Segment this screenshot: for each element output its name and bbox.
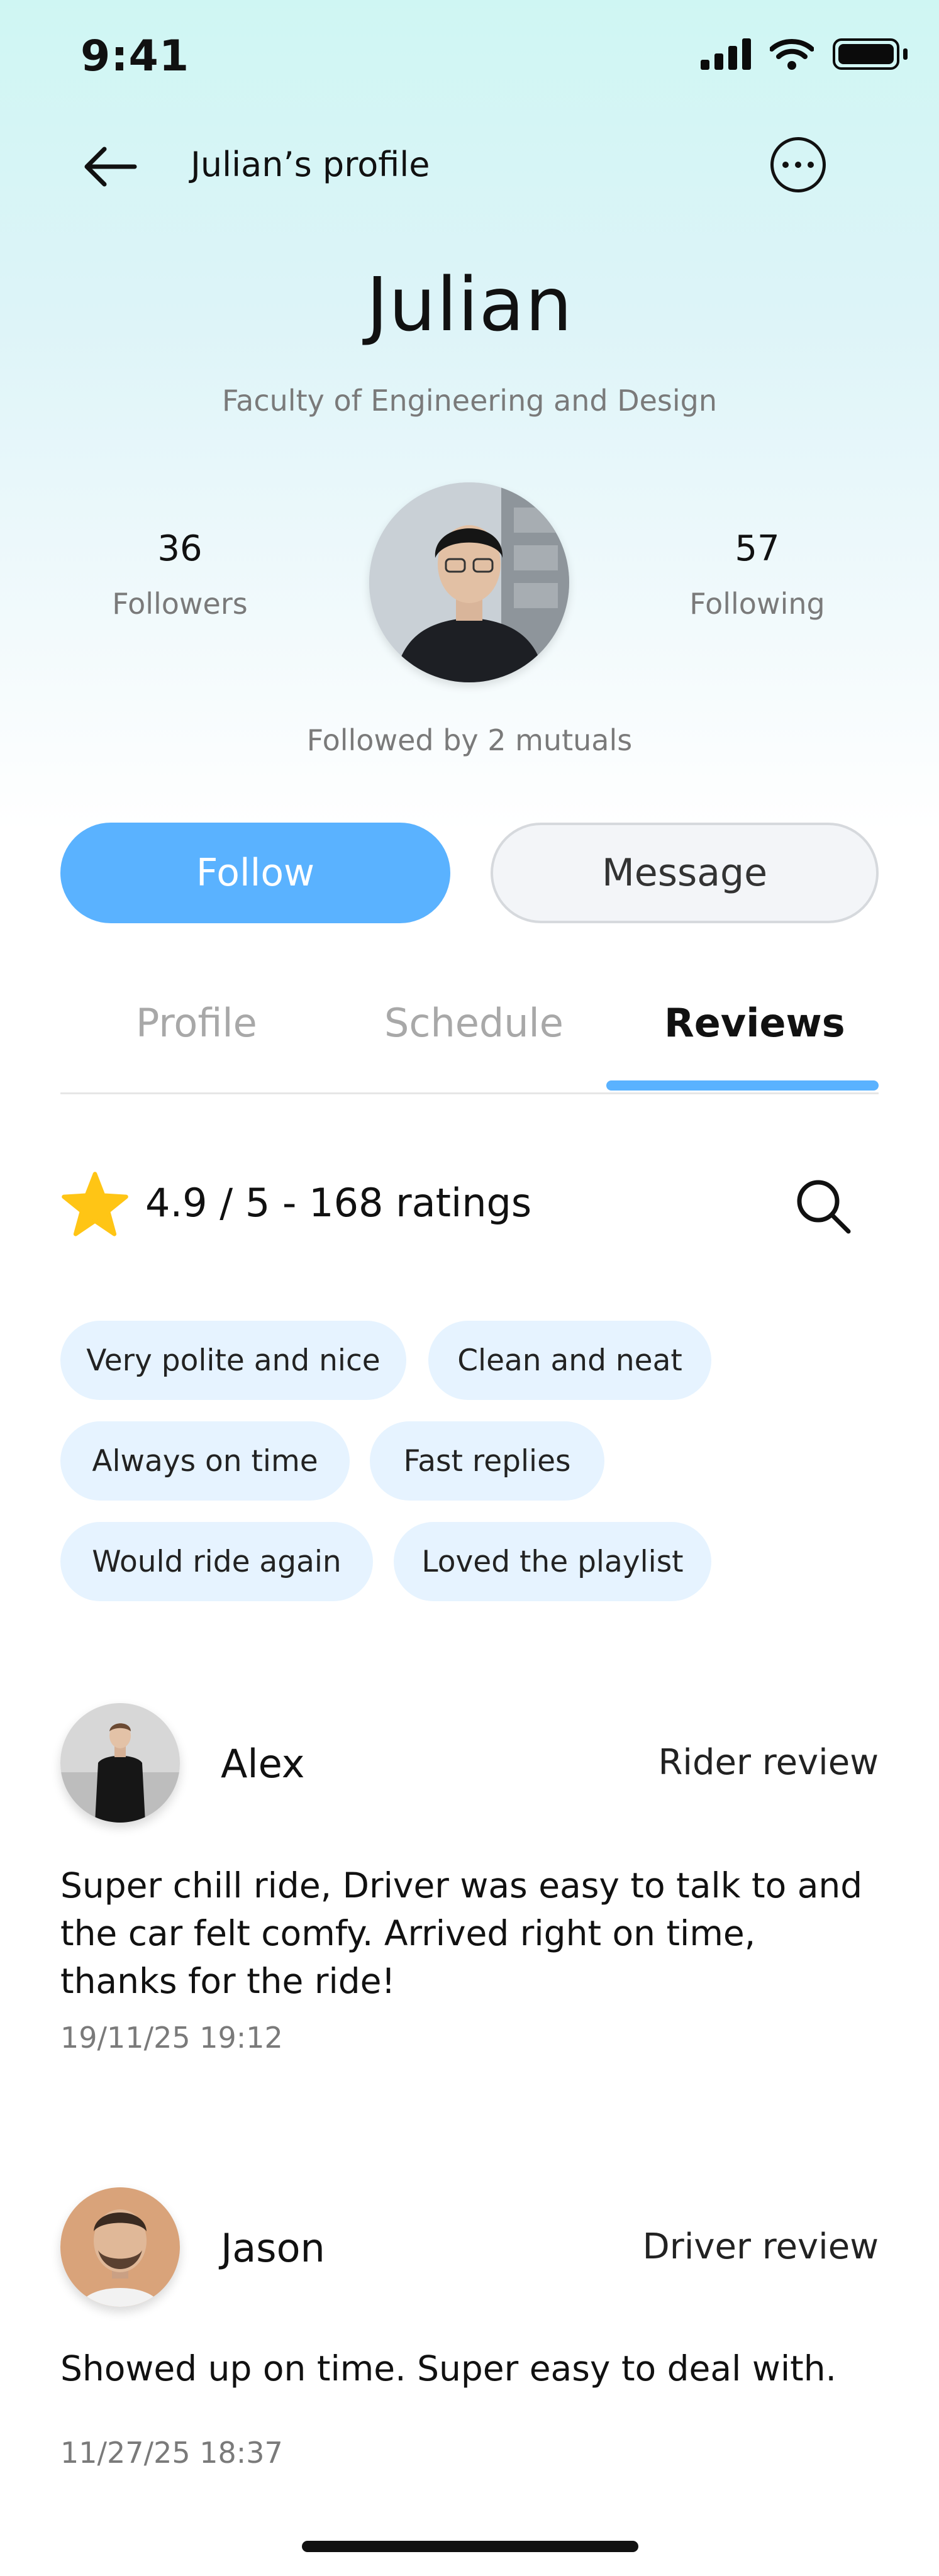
followers-count: 36 [157,528,203,569]
followers-stat[interactable]: 36 Followers [86,528,274,621]
tag-chip[interactable]: Fast replies [370,1421,604,1501]
review-type: Rider review [658,1742,879,1783]
page-title: Julian’s profile [191,145,430,184]
following-count: 57 [735,528,780,569]
review-item: Alex Rider review Super chill ride, Driv… [60,1703,879,2093]
message-button[interactable]: Message [491,823,879,923]
tag-chip[interactable]: Very polite and nice [60,1321,406,1400]
reviewer-avatar[interactable] [60,1703,180,1823]
battery-icon [833,38,908,70]
tag-chip[interactable]: Loved the playlist [394,1522,711,1601]
star-icon [62,1172,128,1236]
followers-label: Followers [112,587,248,621]
reviewer-avatar[interactable] [60,2187,180,2307]
review-type: Driver review [642,2226,879,2267]
review-text: Showed up on time. Super easy to deal wi… [60,2348,837,2389]
tab-reviews[interactable]: Reviews [664,1000,845,1046]
back-arrow-icon [84,147,137,187]
reviewer-name: Jason [221,2225,325,2271]
rating-text: 4.9 / 5 - 168 ratings [145,1180,532,1226]
review-text: Super chill ride, Driver was easy to tal… [60,1865,863,2001]
profile-name: Julian [366,261,573,348]
review-date: 11/27/25 18:37 [60,2436,283,2470]
tag-chip[interactable]: Always on time [60,1421,350,1501]
follow-button[interactable]: Follow [60,823,450,923]
tag-chip[interactable]: Clean and neat [428,1321,711,1400]
profile-avatar [369,482,569,682]
tab-profile[interactable]: Profile [136,1000,257,1046]
tag-chip[interactable]: Would ride again [60,1522,373,1601]
top-nav: Julian’s profile [0,126,939,208]
active-tab-indicator [606,1080,879,1091]
status-time: 9:41 [81,31,190,81]
status-icons [701,38,908,70]
following-label: Following [689,587,825,621]
wifi-icon [770,39,814,70]
profile-screen: 9:41 Julian’s profile Julian Faculty of … [0,0,939,2576]
search-icon[interactable] [793,1176,853,1236]
profile-faculty: Faculty of Engineering and Design [221,384,718,418]
review-item: Jason Driver review Showed up on time. S… [60,2187,879,2489]
following-stat[interactable]: 57 Following [663,528,852,621]
mutuals-text[interactable]: Followed by 2 mutuals [0,723,939,757]
reviewer-name: Alex [221,1741,305,1787]
review-date: 19/11/25 19:12 [60,2021,283,2055]
cellular-signal-icon [701,38,751,70]
more-options-button[interactable] [770,137,826,192]
home-indicator [302,2541,638,2552]
back-button[interactable] [82,142,145,192]
status-bar: 9:41 [0,0,939,113]
profile-tabs: Profile Schedule Reviews [60,994,879,1094]
rating-summary: 4.9 / 5 - 168 ratings [60,1170,879,1245]
more-options-icon [782,162,789,168]
tab-schedule[interactable]: Schedule [384,1000,564,1046]
